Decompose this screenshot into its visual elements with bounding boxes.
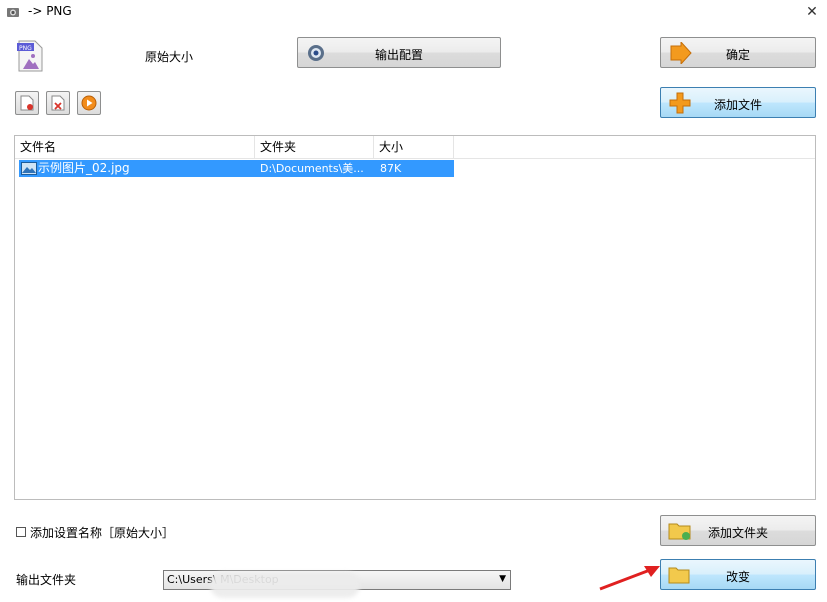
image-file-icon — [21, 162, 37, 175]
chevron-down-icon: ▼ — [499, 574, 506, 584]
change-button[interactable]: 改变 — [660, 559, 816, 590]
close-icon[interactable]: ✕ — [802, 2, 822, 22]
clear-list-button[interactable] — [46, 91, 70, 115]
title-bar: -> PNG ✕ — [0, 0, 827, 24]
file-size-cell: 87K — [380, 162, 402, 175]
column-header-empty — [454, 136, 815, 159]
file-list[interactable]: 文件名 文件夹 大小 示例图片_02.jpg D:\Documents\美...… — [14, 135, 816, 500]
redaction-blur — [210, 572, 360, 598]
svg-text:PNG: PNG — [19, 45, 32, 52]
play-icon — [81, 95, 97, 111]
output-folder-label: 输出文件夹 — [16, 573, 77, 587]
add-setting-name-checkbox[interactable] — [16, 527, 26, 537]
change-label: 改变 — [725, 570, 750, 584]
annotation-arrow-icon — [599, 566, 660, 591]
add-file-label: 添加文件 — [713, 98, 762, 112]
ok-button[interactable]: 确定 — [660, 37, 816, 68]
window-title: -> PNG — [28, 4, 72, 18]
app-icon — [7, 8, 19, 17]
remove-file-button[interactable] — [15, 91, 39, 115]
column-header-size[interactable]: 大小 — [374, 136, 454, 159]
file-remove-icon — [20, 95, 34, 111]
play-button[interactable] — [77, 91, 101, 115]
ok-label: 确定 — [725, 48, 750, 62]
add-folder-label: 添加文件夹 — [707, 526, 768, 540]
output-config-button[interactable]: 输出配置 — [297, 37, 501, 68]
size-label: 原始大小 — [145, 50, 194, 64]
file-name-cell: 示例图片_02.jpg — [38, 161, 130, 175]
column-header-folder[interactable]: 文件夹 — [255, 136, 374, 159]
output-config-label: 输出配置 — [374, 48, 423, 62]
column-header-filename[interactable]: 文件名 — [15, 136, 255, 159]
png-format-icon: PNG — [17, 40, 43, 72]
file-folder-cell: D:\Documents\美... — [260, 162, 364, 175]
add-file-button[interactable]: 添加文件 — [660, 87, 816, 118]
add-folder-button[interactable]: 添加文件夹 — [660, 515, 816, 546]
table-row[interactable]: 示例图片_02.jpg D:\Documents\美... 87K — [19, 160, 454, 177]
file-delete-icon — [51, 95, 65, 111]
add-setting-name-label: 添加设置名称［原始大小］ — [30, 526, 175, 540]
